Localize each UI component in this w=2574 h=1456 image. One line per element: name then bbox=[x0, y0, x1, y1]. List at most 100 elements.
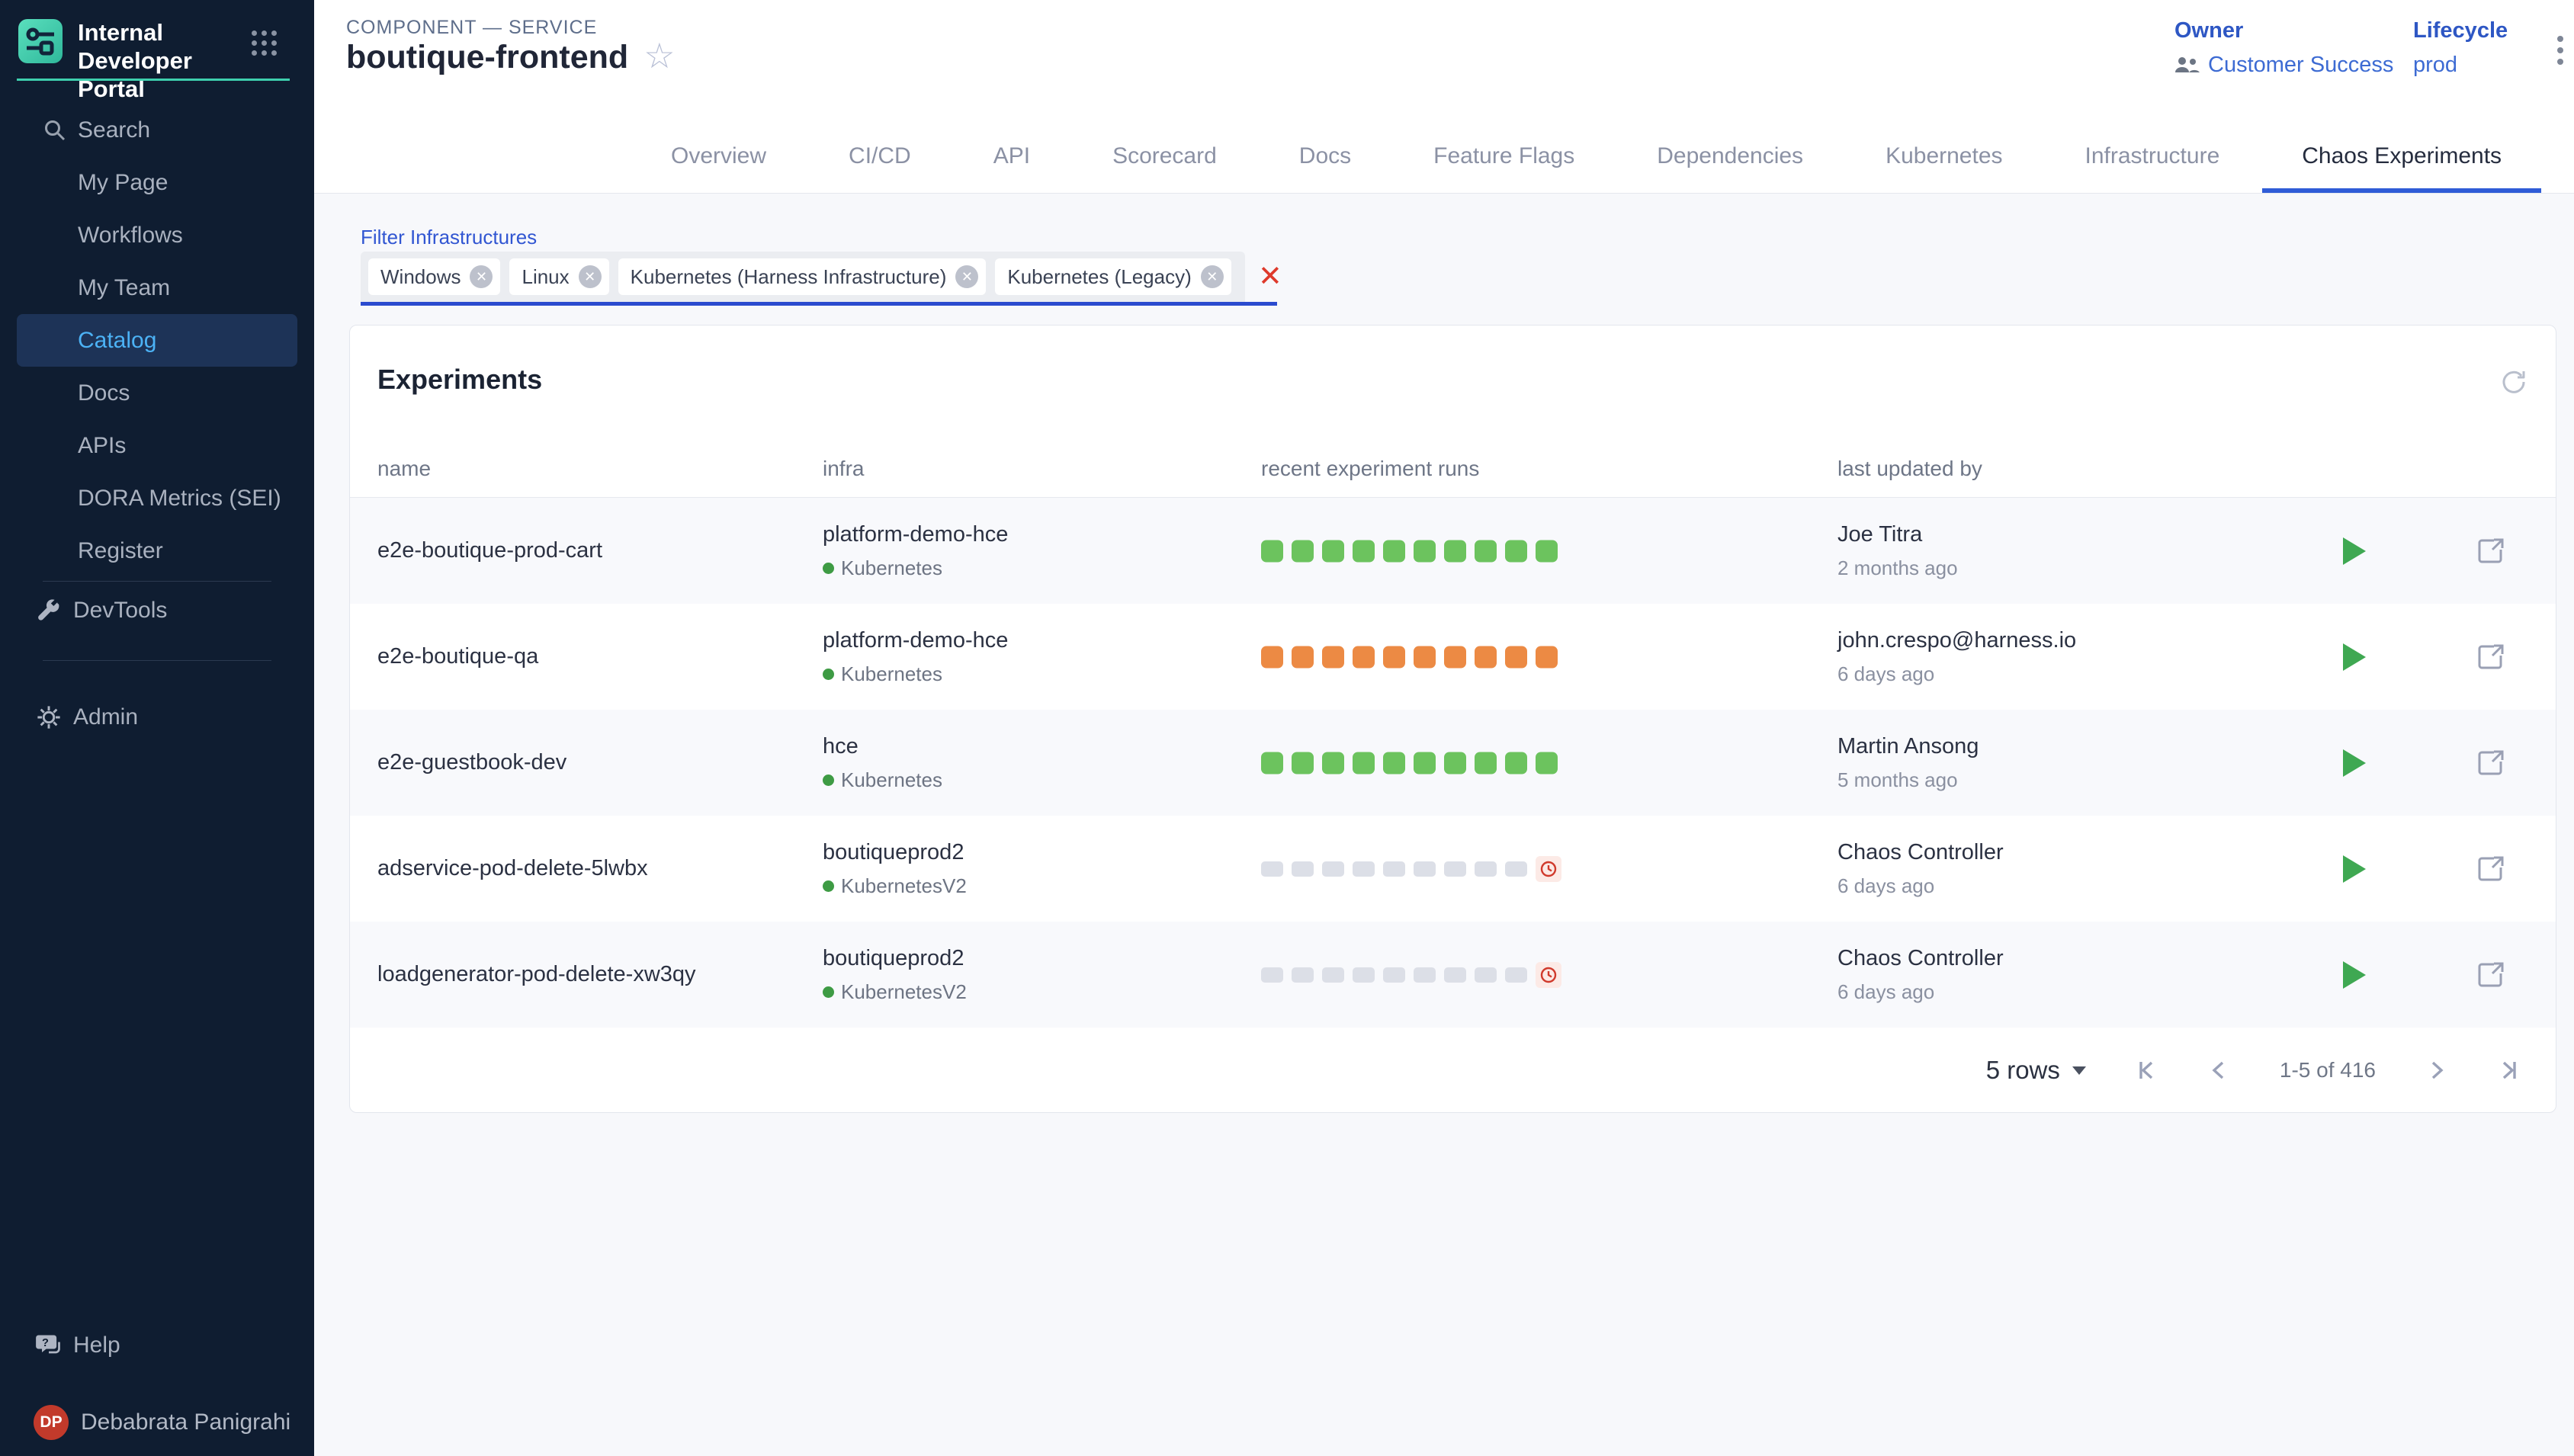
last-page-icon[interactable] bbox=[2496, 1057, 2522, 1083]
first-page-icon[interactable] bbox=[2133, 1057, 2159, 1083]
run-indicator[interactable] bbox=[1322, 752, 1344, 774]
run-indicator[interactable] bbox=[1261, 967, 1283, 983]
run-indicator[interactable] bbox=[1261, 752, 1283, 774]
tab-kubernetes[interactable]: Kubernetes bbox=[1886, 119, 2002, 193]
run-indicator[interactable] bbox=[1536, 646, 1558, 668]
run-indicator[interactable] bbox=[1261, 646, 1283, 668]
run-experiment-button[interactable] bbox=[2340, 960, 2367, 990]
run-indicator[interactable] bbox=[1505, 540, 1527, 562]
run-indicator[interactable] bbox=[1383, 540, 1405, 562]
run-indicator[interactable] bbox=[1414, 540, 1436, 562]
run-indicator[interactable] bbox=[1444, 540, 1466, 562]
run-indicator[interactable] bbox=[1292, 967, 1314, 983]
chip-remove-icon[interactable]: ✕ bbox=[955, 265, 978, 288]
chip-remove-icon[interactable]: ✕ bbox=[579, 265, 602, 288]
run-experiment-button[interactable] bbox=[2340, 642, 2367, 672]
sidebar-item-docs[interactable]: Docs bbox=[17, 367, 297, 419]
tab-api[interactable]: API bbox=[993, 119, 1030, 193]
run-indicator[interactable] bbox=[1475, 540, 1497, 562]
run-indicator[interactable] bbox=[1414, 967, 1436, 983]
run-indicator[interactable] bbox=[1505, 752, 1527, 774]
app-switcher-icon[interactable] bbox=[252, 30, 277, 56]
run-indicator[interactable] bbox=[1414, 861, 1436, 877]
sidebar-item-register[interactable]: Register bbox=[17, 524, 297, 577]
sidebar-item-admin[interactable]: Admin bbox=[0, 691, 314, 743]
chip-remove-icon[interactable]: ✕ bbox=[470, 265, 493, 288]
open-experiment-button[interactable] bbox=[2476, 536, 2506, 566]
refresh-icon[interactable] bbox=[2498, 367, 2528, 397]
run-indicator[interactable] bbox=[1475, 967, 1497, 983]
run-indicator[interactable] bbox=[1322, 861, 1344, 877]
open-experiment-button[interactable] bbox=[2476, 960, 2506, 990]
sidebar-item-workflows[interactable]: Workflows bbox=[17, 209, 297, 261]
run-indicator[interactable] bbox=[1475, 752, 1497, 774]
tab-ci-cd[interactable]: CI/CD bbox=[849, 119, 911, 193]
run-indicator[interactable] bbox=[1414, 646, 1436, 668]
next-page-icon[interactable] bbox=[2423, 1057, 2449, 1083]
run-indicator[interactable] bbox=[1353, 861, 1375, 877]
run-indicator[interactable] bbox=[1505, 861, 1527, 877]
run-indicator[interactable] bbox=[1261, 861, 1283, 877]
run-indicator[interactable] bbox=[1322, 967, 1344, 983]
run-indicator[interactable] bbox=[1536, 752, 1558, 774]
tab-dependencies[interactable]: Dependencies bbox=[1657, 119, 1803, 193]
run-indicator[interactable] bbox=[1475, 861, 1497, 877]
run-indicator[interactable] bbox=[1414, 752, 1436, 774]
sidebar-item-help[interactable]: ? Help bbox=[0, 1319, 314, 1371]
run-indicator[interactable] bbox=[1353, 540, 1375, 562]
sidebar-item-my-page[interactable]: My Page bbox=[17, 156, 297, 209]
run-indicator[interactable] bbox=[1322, 646, 1344, 668]
run-indicator[interactable] bbox=[1292, 646, 1314, 668]
filter-infrastructures-link[interactable]: Filter Infrastructures bbox=[361, 226, 537, 249]
run-indicator[interactable] bbox=[1353, 967, 1375, 983]
sidebar-item-devtools[interactable]: DevTools bbox=[0, 584, 314, 637]
tab-scorecard[interactable]: Scorecard bbox=[1112, 119, 1217, 193]
open-experiment-button[interactable] bbox=[2476, 642, 2506, 672]
run-experiment-button[interactable] bbox=[2340, 536, 2367, 566]
run-indicator[interactable] bbox=[1292, 861, 1314, 877]
clear-filters-icon[interactable]: ✕ bbox=[1258, 253, 1282, 300]
tab-infrastructure[interactable]: Infrastructure bbox=[2085, 119, 2220, 193]
chip-remove-icon[interactable]: ✕ bbox=[1201, 265, 1224, 288]
infrastructure-filter-field[interactable]: Windows✕Linux✕Kubernetes (Harness Infras… bbox=[361, 252, 1245, 302]
sidebar-item-dora-metrics-sei-[interactable]: DORA Metrics (SEI) bbox=[17, 472, 297, 524]
user-menu[interactable]: DP Debabrata Panigrahi bbox=[0, 1399, 314, 1446]
rows-per-page-select[interactable]: 5 rows bbox=[1986, 1056, 2086, 1085]
run-experiment-button[interactable] bbox=[2340, 854, 2367, 884]
run-indicator[interactable] bbox=[1353, 646, 1375, 668]
run-indicator[interactable] bbox=[1444, 967, 1466, 983]
open-experiment-button[interactable] bbox=[2476, 748, 2506, 778]
owner-link[interactable]: Customer Success bbox=[2208, 53, 2393, 78]
run-indicator[interactable] bbox=[1322, 540, 1344, 562]
sidebar-item-apis[interactable]: APIs bbox=[17, 419, 297, 472]
tab-feature-flags[interactable]: Feature Flags bbox=[1433, 119, 1574, 193]
scheduled-run-indicator[interactable] bbox=[1536, 856, 1561, 882]
run-indicator[interactable] bbox=[1383, 752, 1405, 774]
run-indicator[interactable] bbox=[1292, 752, 1314, 774]
tab-docs[interactable]: Docs bbox=[1299, 119, 1351, 193]
run-indicator[interactable] bbox=[1383, 861, 1405, 877]
run-indicator[interactable] bbox=[1383, 646, 1405, 668]
run-indicator[interactable] bbox=[1353, 752, 1375, 774]
sidebar-item-catalog[interactable]: Catalog bbox=[17, 314, 297, 367]
favorite-star-icon[interactable]: ☆ bbox=[644, 35, 675, 76]
sidebar-item-search[interactable]: Search bbox=[17, 104, 297, 156]
run-indicator[interactable] bbox=[1444, 646, 1466, 668]
run-indicator[interactable] bbox=[1444, 752, 1466, 774]
run-indicator[interactable] bbox=[1536, 540, 1558, 562]
tab-chaos-experiments[interactable]: Chaos Experiments bbox=[2302, 119, 2502, 193]
run-indicator[interactable] bbox=[1505, 967, 1527, 983]
run-indicator[interactable] bbox=[1383, 967, 1405, 983]
open-experiment-button[interactable] bbox=[2476, 854, 2506, 884]
sidebar-item-my-team[interactable]: My Team bbox=[17, 261, 297, 314]
run-indicator[interactable] bbox=[1261, 540, 1283, 562]
run-indicator[interactable] bbox=[1475, 646, 1497, 668]
run-indicator[interactable] bbox=[1292, 540, 1314, 562]
run-indicator[interactable] bbox=[1444, 861, 1466, 877]
run-indicator[interactable] bbox=[1505, 646, 1527, 668]
previous-page-icon[interactable] bbox=[2207, 1057, 2232, 1083]
tab-overview[interactable]: Overview bbox=[671, 119, 766, 193]
scheduled-run-indicator[interactable] bbox=[1536, 962, 1561, 988]
kebab-menu-icon[interactable] bbox=[2545, 27, 2574, 73]
run-experiment-button[interactable] bbox=[2340, 748, 2367, 778]
